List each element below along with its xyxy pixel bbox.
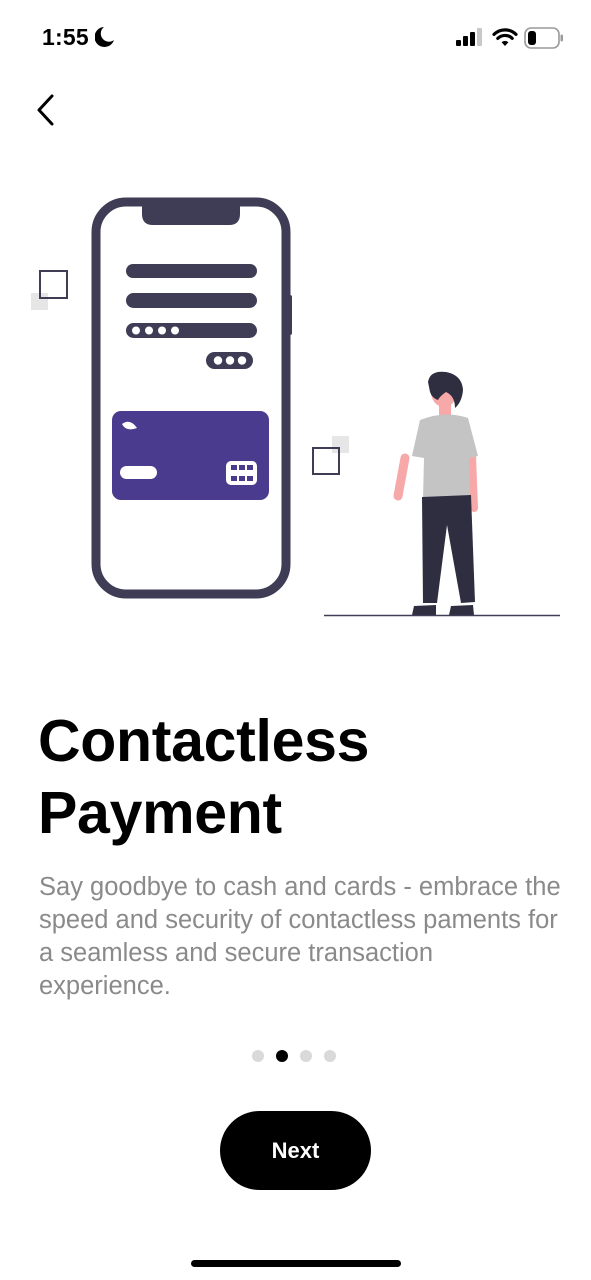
onboarding-description: Say goodbye to cash and cards - embrace …: [39, 873, 561, 1000]
phone-illustration: [91, 197, 292, 599]
home-indicator: [191, 1260, 401, 1267]
battery-icon: [524, 27, 563, 49]
cellular-signal-icon: [456, 28, 482, 46]
back-button[interactable]: [30, 92, 64, 130]
page-dot: [300, 1050, 312, 1062]
payment-card-illustration: [112, 411, 269, 500]
onboarding-illustration: [31, 197, 560, 617]
status-time: 1:55: [42, 24, 89, 50]
next-button[interactable]: Next: [220, 1111, 371, 1190]
moon-icon: [95, 27, 114, 47]
chevron-left-icon: [37, 94, 54, 126]
decor-square-fill-right: [332, 436, 349, 453]
person-illustration: [393, 371, 478, 615]
status-bar: 1:55: [0, 0, 591, 76]
wifi-icon: [492, 28, 518, 46]
onboarding-title: Contactless Payment: [38, 708, 370, 846]
page-dot-active: [276, 1050, 288, 1062]
page-dot: [252, 1050, 264, 1062]
page-indicator: [252, 1050, 336, 1064]
page-dot: [324, 1050, 336, 1062]
